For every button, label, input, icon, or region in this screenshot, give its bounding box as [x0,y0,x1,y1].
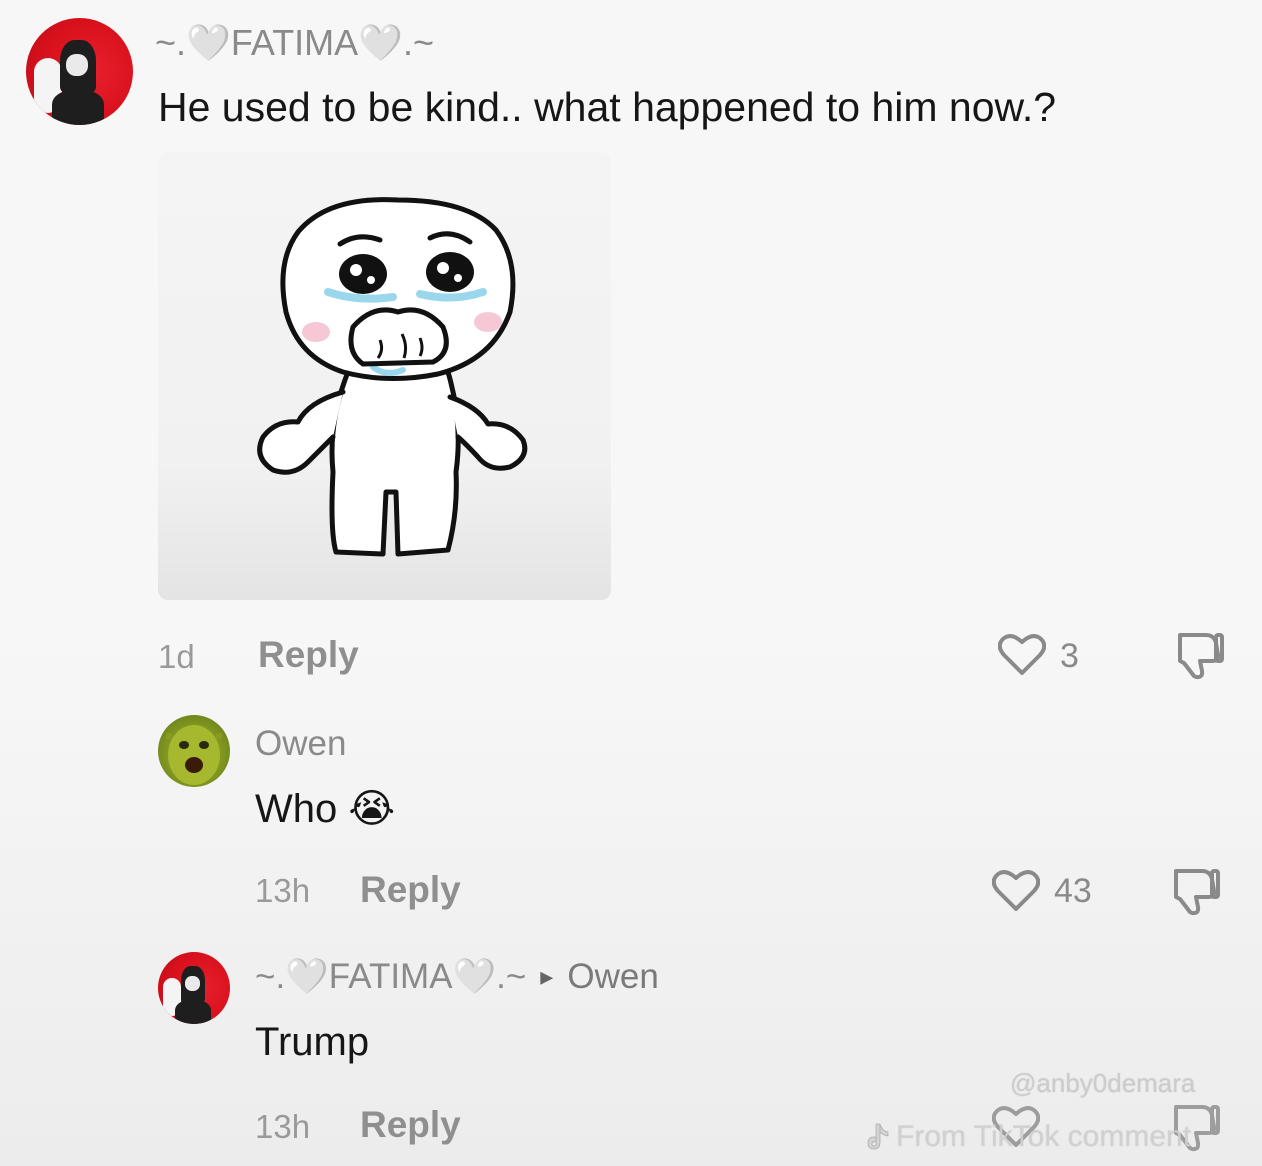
reply-button[interactable]: Reply [360,869,461,911]
watermark-source: From TikTok comment [866,1120,1191,1154]
reply-to-username[interactable]: Owen [567,957,658,997]
watermark-source-text: From TikTok comment [896,1120,1192,1153]
comment-text: Who 😭 [255,787,396,831]
thumbs-down-icon[interactable] [1168,865,1222,917]
comment-image[interactable] [158,152,611,600]
crying-character-image [257,197,528,557]
reply-button[interactable]: Reply [360,1104,461,1146]
reply-arrow-icon: ▸ [540,961,554,991]
avatar[interactable] [26,18,133,125]
comment-timestamp: 13h [255,872,311,909]
comment-username[interactable]: ~.🤍FATIMA🤍.~ [155,22,434,64]
reply-header: ~.🤍FATIMA🤍.~ ▸ Owen [255,956,659,997]
like-count: 3 [1060,637,1079,675]
tiktok-logo-icon [866,1122,890,1152]
shrek-avatar-icon [166,725,222,785]
comment-text: Trump [255,1020,370,1064]
avatar[interactable] [158,715,230,787]
comment-timestamp: 1d [158,638,195,675]
comment-username[interactable]: Owen [255,724,346,764]
comment-text: He used to be kind.. what happened to hi… [158,84,1057,130]
comment-username[interactable]: ~.🤍FATIMA🤍.~ [255,956,526,997]
heart-outline-icon[interactable] [998,632,1046,676]
avatar[interactable] [158,952,230,1024]
watermark-handle: @anby0demara [1010,1068,1196,1098]
thumbs-down-icon[interactable] [1172,629,1226,681]
comment-timestamp: 13h [255,1108,311,1145]
like-count: 43 [1054,872,1092,910]
reply-button[interactable]: Reply [258,634,359,676]
heart-outline-icon[interactable] [992,868,1040,912]
